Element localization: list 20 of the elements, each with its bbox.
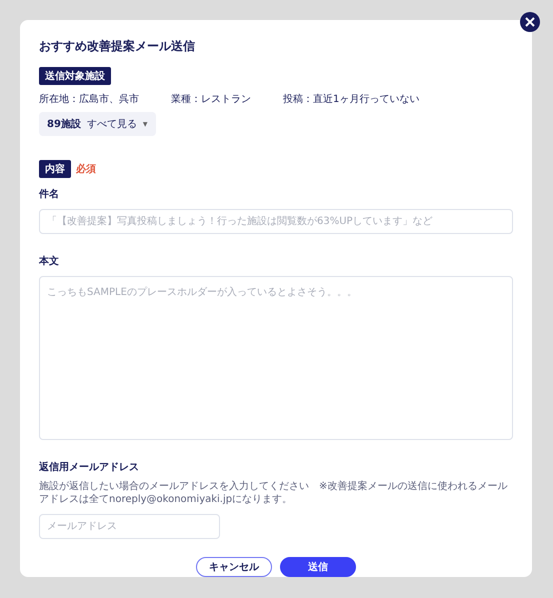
subject-field[interactable]: 「【改善提案】写真投稿しましょう！行った施設は閲覧数が63%UPしています」など (39, 209, 513, 234)
close-icon (525, 17, 535, 27)
send-button[interactable]: 送信 (280, 557, 356, 578)
section-heading: 内容 (39, 160, 71, 178)
dialog-title: おすすめ改善提案メール送信 (39, 38, 195, 55)
required-label: 必須 (76, 162, 96, 176)
facility-count: 89施設 (47, 118, 81, 131)
field-label: 件名 (39, 188, 59, 201)
close-button[interactable] (520, 12, 540, 32)
hint-text: 施設が返信したい場合のメールアドレスを入力してください ※改善提案メールの送信に使われるメールアドレスは全てnoreply@okonomiyaki.jpになります。 (39, 480, 508, 506)
filter-condition: 所在地：広島市、呉市 (39, 92, 139, 106)
field-label: 本文 (39, 254, 59, 268)
field-label: 返信用メールアドレス (39, 460, 139, 474)
filter-condition: 業種：レストラン (171, 92, 251, 106)
body-field[interactable]: こっちもSAMPLEのプレースホルダーが入っているとよさそう。。。 (39, 276, 513, 440)
see-all-link: すべて見る (86, 118, 137, 131)
email-field[interactable]: メールアドレス (39, 514, 220, 540)
filter-condition: 投稿：直近1ヶ月行っていない (283, 92, 420, 106)
cancel-button[interactable]: キャンセル (196, 557, 272, 578)
section-heading: 送信対象施設 (39, 67, 111, 85)
